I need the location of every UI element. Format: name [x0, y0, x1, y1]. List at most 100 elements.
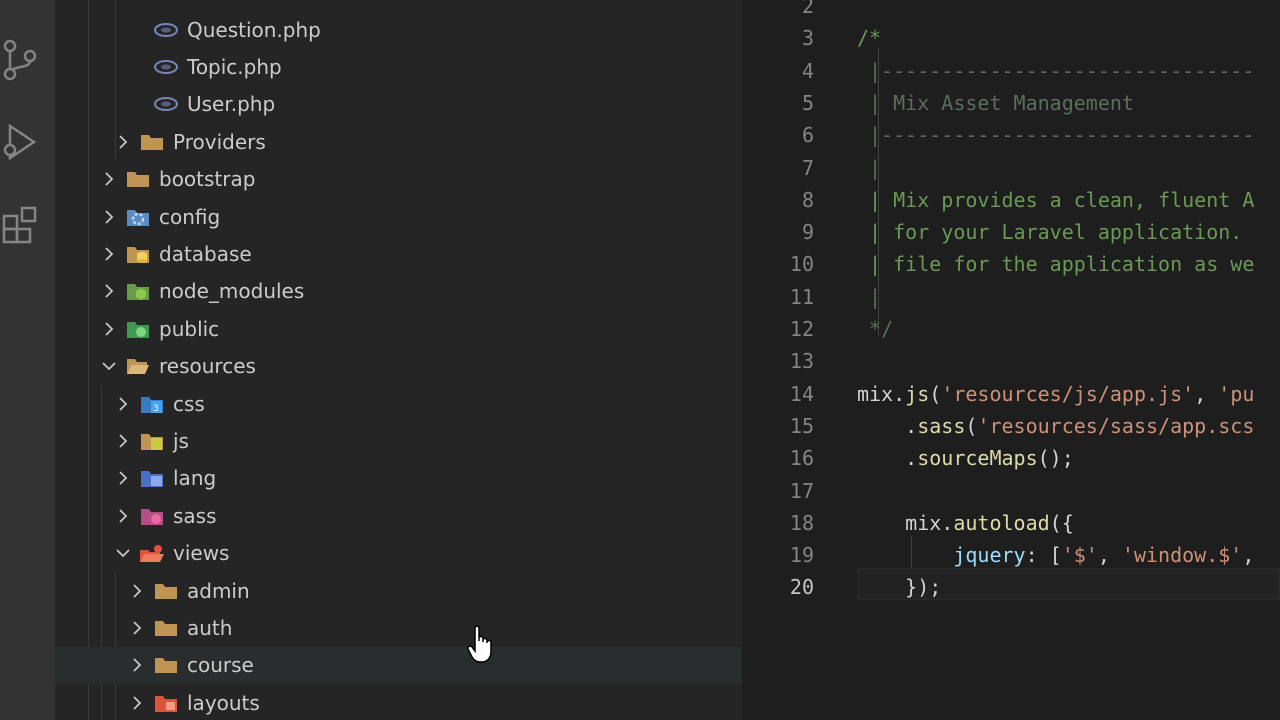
code-line[interactable]: 15 .sass('resources/sass/app.scs [742, 410, 1280, 442]
code-token: 'window.$' [1121, 543, 1243, 568]
folder-folder-icon [153, 580, 179, 602]
tree-item-config[interactable]: config [55, 198, 742, 235]
code-token: , [1194, 381, 1219, 406]
tree-item-layouts[interactable]: layouts [55, 684, 742, 720]
code-line[interactable]: 14 mix.js('resources/js/app.js', 'pu [742, 378, 1280, 410]
tree-item-css[interactable]: 3 css [55, 385, 742, 422]
js-folder-icon [139, 430, 165, 452]
chevron-right-icon[interactable] [113, 132, 133, 152]
hand-cursor-icon [467, 625, 492, 663]
tree-item-topic-php[interactable]: Topic.php [55, 48, 742, 85]
code-line[interactable]: 17 [742, 475, 1280, 507]
chevron-right-icon[interactable] [99, 207, 119, 227]
code-line[interactable]: 4 |------------------------------- [742, 55, 1280, 87]
chevron-right-icon[interactable] [127, 693, 147, 713]
tree-item-label: views [173, 541, 230, 566]
chevron-right-icon[interactable] [113, 506, 133, 526]
tree-item-user-php[interactable]: User.php [55, 86, 742, 123]
code-token: 'pu [1218, 381, 1255, 406]
chevron-right-icon[interactable] [99, 169, 119, 189]
code-token: . [941, 510, 954, 535]
chevron-down-icon[interactable] [99, 356, 119, 376]
code-line[interactable]: 18 mix.autoload({ [742, 507, 1280, 539]
tree-item-resources[interactable]: resources [55, 348, 742, 385]
code-line[interactable]: 16 .sourceMaps(); [742, 442, 1280, 474]
code-token: (); [1037, 446, 1074, 471]
code-line[interactable]: 19 jquery: ['$', 'window.$', [742, 539, 1280, 571]
code-token: | file for the application as we [857, 252, 1255, 277]
code-token: . [893, 381, 906, 406]
line-number: 4 [801, 58, 814, 83]
tree-item-sass[interactable]: sass [55, 497, 742, 534]
source-control-icon[interactable] [0, 36, 40, 84]
code-token: : [ [1025, 543, 1062, 568]
chevron-right-icon[interactable] [99, 244, 119, 264]
tree-item-bootstrap[interactable]: bootstrap [55, 161, 742, 198]
code-token: | Mix Asset Management [857, 90, 1134, 115]
tree-item-node-modules[interactable]: node_modules [55, 273, 742, 310]
code-line[interactable]: 7 | [742, 152, 1280, 184]
tree-item-label: js [173, 428, 189, 453]
tree-item-public[interactable]: public [55, 310, 742, 347]
tree-item-question-php[interactable]: Question.php [55, 11, 742, 48]
code-line[interactable]: 20 }); [742, 571, 1280, 603]
code-text: .sourceMaps(); [857, 446, 1074, 470]
code-token: 'resources/sass/app.scs [977, 413, 1255, 438]
tree-item-lang[interactable]: lang [55, 460, 742, 497]
code-line[interactable]: 8 | Mix provides a clean, fluent A [742, 184, 1280, 216]
views-folder-icon [139, 542, 165, 564]
extensions-icon[interactable] [0, 200, 40, 248]
tree-item-label: Providers [173, 129, 266, 154]
tree-item-js[interactable]: js [55, 422, 742, 459]
line-number: 7 [801, 155, 814, 180]
code-line[interactable]: 5 | Mix Asset Management [742, 87, 1280, 119]
code-line[interactable]: 12 */ [742, 313, 1280, 345]
line-number: 6 [801, 123, 814, 148]
code-line[interactable]: 10 | file for the application as we [742, 248, 1280, 280]
code-line[interactable]: 6 |------------------------------- [742, 119, 1280, 151]
tree-item-auth[interactable]: auth [55, 609, 742, 646]
chevron-right-icon[interactable] [99, 319, 119, 339]
code-line[interactable]: 3 /* [742, 22, 1280, 54]
chevron-right-icon[interactable] [127, 655, 147, 675]
tree-item-database[interactable]: database [55, 235, 742, 272]
folder-folder-icon [125, 168, 151, 190]
chevron-right-icon[interactable] [113, 431, 133, 451]
line-number: 13 [789, 349, 814, 374]
chevron-right-icon[interactable] [99, 281, 119, 301]
tree-item-views[interactable]: views [55, 535, 742, 572]
chevron-right-icon[interactable] [113, 468, 133, 488]
tree-item-label: public [159, 316, 220, 341]
php-file-icon [153, 93, 179, 115]
tree-item-admin[interactable]: admin [55, 572, 742, 609]
tree-item-course[interactable]: course [55, 646, 742, 684]
code-token: |------------------------------- [857, 58, 1255, 83]
lang-folder-icon [139, 467, 165, 489]
line-number: 18 [789, 510, 814, 535]
code-token: | Mix provides a clean, fluent A [857, 187, 1255, 212]
code-editor[interactable]: 2 3/* 4 |------------------------------- 5 … [742, 0, 1280, 720]
tree-item-label: database [159, 241, 252, 266]
line-number: 16 [789, 446, 814, 471]
line-number: 10 [789, 252, 814, 277]
line-number: 8 [801, 187, 814, 212]
tree-item-label: lang [173, 466, 217, 491]
chevron-right-icon[interactable] [113, 394, 133, 414]
code-token: | [857, 155, 882, 180]
chevron-right-icon[interactable] [127, 581, 147, 601]
code-line[interactable]: 2 [742, 0, 1280, 22]
code-token: jquery [953, 543, 1026, 568]
code-line[interactable]: 9 | for your Laravel application. [742, 216, 1280, 248]
code-token: ( [965, 413, 978, 438]
chevron-down-icon[interactable] [113, 543, 133, 563]
chevron-right-icon[interactable] [127, 618, 147, 638]
run-debug-icon[interactable] [0, 118, 40, 166]
code-text: */ [857, 317, 893, 341]
tree-item-providers[interactable]: Providers [55, 123, 742, 160]
line-number: 11 [789, 284, 814, 309]
code-line[interactable]: 11 | [742, 281, 1280, 313]
code-line[interactable]: 13 [742, 345, 1280, 377]
code-token: | for your Laravel application. [857, 220, 1243, 245]
code-text: mix.autoload({ [857, 511, 1074, 535]
code-text: | for your Laravel application. [857, 220, 1242, 244]
